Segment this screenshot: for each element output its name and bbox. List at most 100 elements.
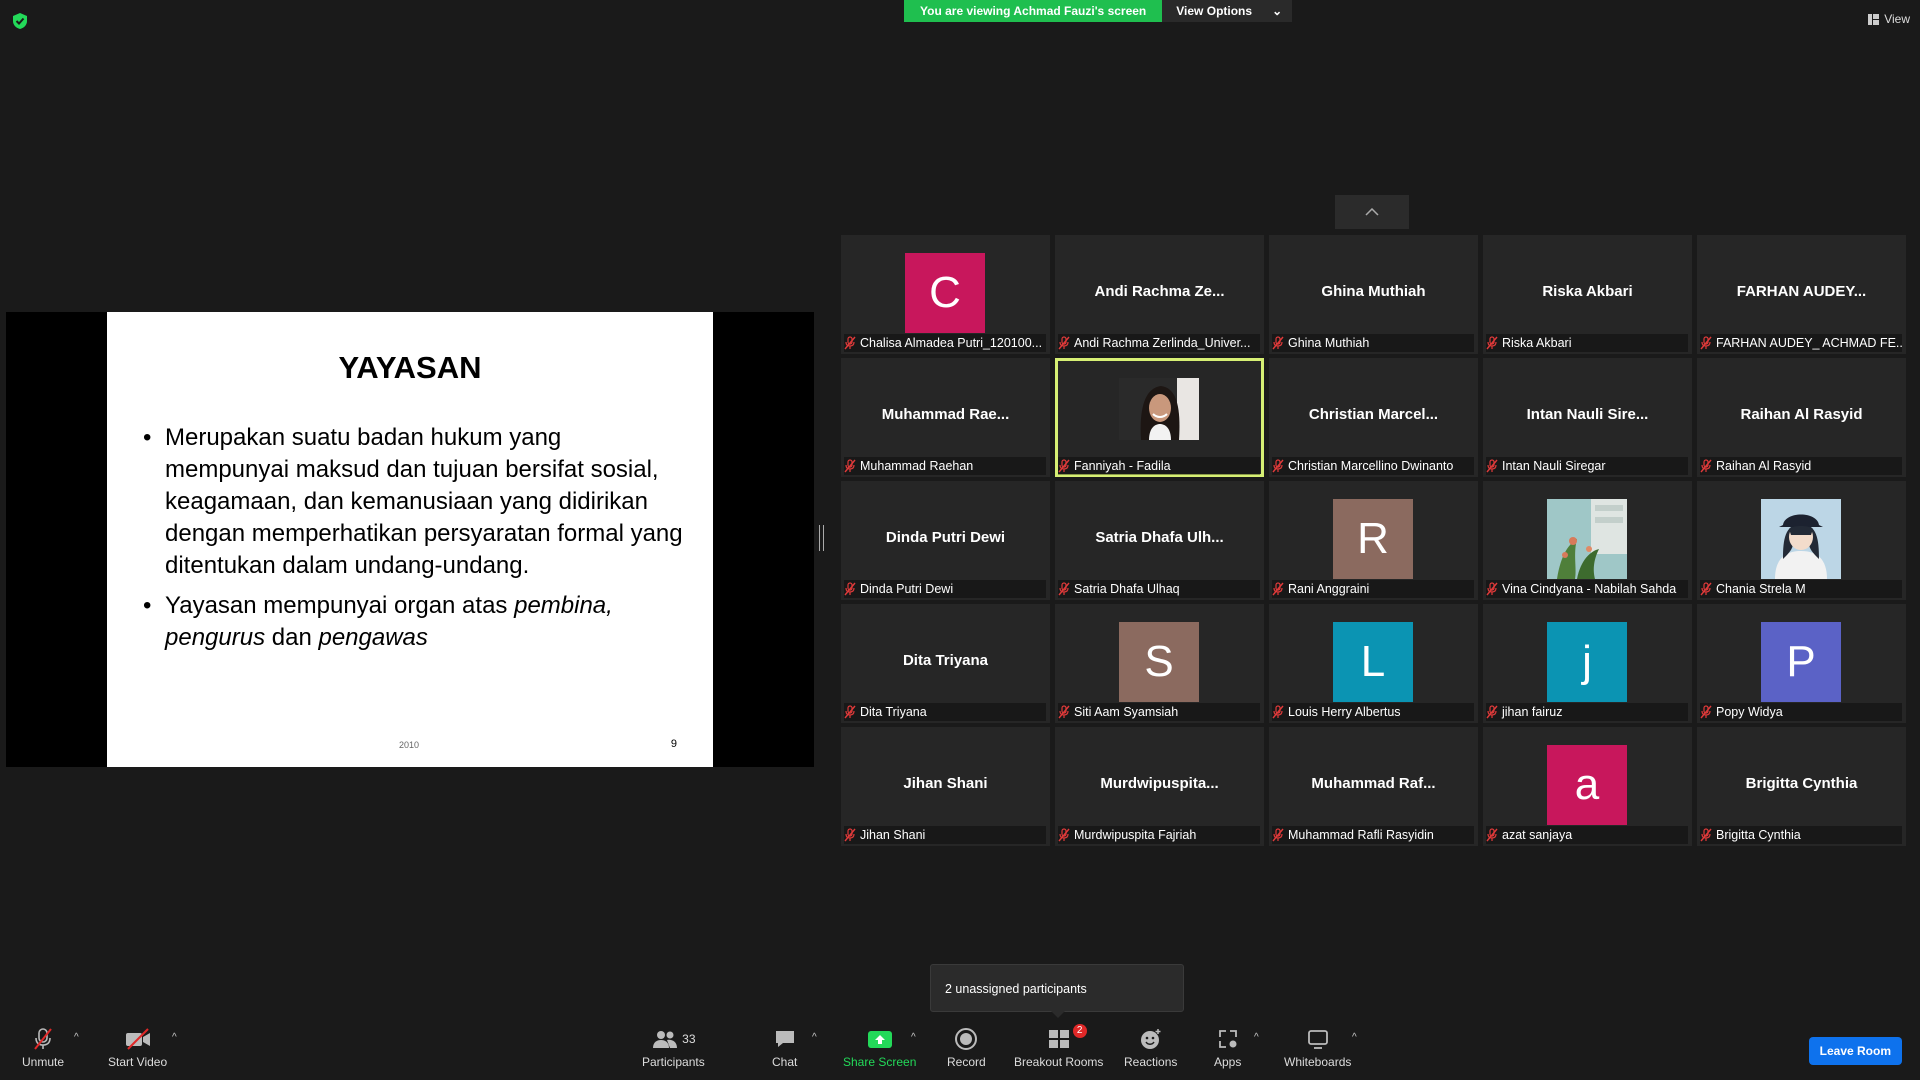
muted-mic-icon bbox=[1058, 336, 1070, 350]
slide-bullet-text: Merupakan suatu badan hukum yang mempuny… bbox=[165, 424, 683, 579]
grid-view-icon bbox=[1868, 13, 1880, 25]
participant-tile[interactable]: Murdwipuspita... Murdwipuspita Fajriah bbox=[1055, 727, 1264, 846]
apps-options-caret-icon[interactable]: ^ bbox=[1254, 1032, 1259, 1043]
participant-tile[interactable]: Jihan Shani Jihan Shani bbox=[841, 727, 1050, 846]
chat-label: Chat bbox=[772, 1055, 798, 1069]
participant-tile[interactable]: Riska Akbari Riska Akbari bbox=[1483, 235, 1692, 354]
video-options-caret-icon[interactable]: ^ bbox=[172, 1032, 177, 1043]
muted-mic-icon bbox=[1486, 336, 1498, 350]
participant-name-label: Vina Cindyana - Nabilah Sahda bbox=[1486, 580, 1688, 598]
participant-tile[interactable]: Intan Nauli Sire... Intan Nauli Siregar bbox=[1483, 358, 1692, 477]
participant-tile[interactable]: Satria Dhafa Ulh... Satria Dhafa Ulhaq bbox=[1055, 481, 1264, 600]
audio-options-caret-icon[interactable]: ^ bbox=[74, 1032, 79, 1043]
chat-options-caret-icon[interactable]: ^ bbox=[812, 1032, 817, 1043]
shared-screen[interactable]: YAYASAN Merupakan suatu badan hukum yang… bbox=[6, 312, 814, 767]
participant-gallery: C Chalisa Almadea Putri_120100... Andi Rac… bbox=[841, 235, 1906, 846]
gallery-page-up-button[interactable] bbox=[1335, 195, 1409, 229]
participant-name: Louis Herry Albertus bbox=[1288, 705, 1401, 719]
participant-name: Rani Anggraini bbox=[1288, 582, 1370, 596]
whiteboards-button[interactable]: Whiteboards bbox=[1284, 1026, 1351, 1069]
slide-bullet-text: Yayasan mempunyai organ atas bbox=[165, 592, 515, 619]
participant-name: Brigitta Cynthia bbox=[1716, 828, 1801, 842]
participant-name-label: Brigitta Cynthia bbox=[1700, 826, 1902, 844]
chat-button[interactable]: Chat bbox=[772, 1026, 797, 1069]
unmute-button[interactable]: Unmute bbox=[22, 1026, 64, 1069]
participant-tile[interactable]: j jihan fairuz bbox=[1483, 604, 1692, 723]
participant-name-label: Ghina Muthiah bbox=[1272, 334, 1474, 352]
participant-tile[interactable]: Vina Cindyana - Nabilah Sahda bbox=[1483, 481, 1692, 600]
whiteboards-options-caret-icon[interactable]: ^ bbox=[1352, 1032, 1357, 1043]
resize-handle[interactable] bbox=[819, 525, 824, 551]
participant-display-name: Murdwipuspita... bbox=[1100, 775, 1219, 792]
leave-room-button[interactable]: Leave Room bbox=[1808, 1037, 1902, 1065]
participant-tile[interactable]: Fanniyah - Fadila bbox=[1055, 358, 1264, 477]
participant-tile[interactable]: Muhammad Rae... Muhammad Raehan bbox=[841, 358, 1050, 477]
participant-tile[interactable]: P Popy Widya bbox=[1697, 604, 1906, 723]
slide-bullet-text: dan bbox=[265, 624, 319, 651]
participant-name: Muhammad Raehan bbox=[860, 459, 974, 473]
security-shield-icon[interactable] bbox=[12, 12, 28, 30]
participant-tile[interactable]: a azat sanjaya bbox=[1483, 727, 1692, 846]
avatar-initial: R bbox=[1357, 514, 1389, 563]
participant-tile[interactable]: Brigitta Cynthia Brigitta Cynthia bbox=[1697, 727, 1906, 846]
participant-display-name: Dita Triyana bbox=[902, 652, 989, 669]
participant-tile[interactable]: Muhammad Raf... Muhammad Rafli Rasyidin bbox=[1269, 727, 1478, 846]
unmute-label: Unmute bbox=[22, 1055, 65, 1069]
slide-bullet: Merupakan suatu badan hukum yang mempuny… bbox=[143, 422, 683, 582]
start-video-button[interactable]: Start Video bbox=[108, 1026, 167, 1069]
reactions-button[interactable]: Reactions bbox=[1124, 1026, 1177, 1069]
apps-button[interactable]: Apps bbox=[1214, 1026, 1241, 1069]
participant-display-name: Jihan Shani bbox=[903, 775, 988, 792]
share-screen-button[interactable]: Share Screen bbox=[843, 1026, 916, 1069]
participant-display-name: Satria Dhafa Ulh... bbox=[1095, 529, 1224, 546]
avatar-initial: C bbox=[929, 268, 961, 317]
participant-tile[interactable]: L Louis Herry Albertus bbox=[1269, 604, 1478, 723]
participant-tile[interactable]: Dinda Putri Dewi Dinda Putri Dewi bbox=[841, 481, 1050, 600]
slide-footer-year: 2010 bbox=[399, 740, 420, 750]
participant-name: Ghina Muthiah bbox=[1288, 336, 1370, 350]
participant-tile[interactable]: FARHAN AUDEY... FARHAN AUDEY_ ACHMAD FE..… bbox=[1697, 235, 1906, 354]
participant-tile[interactable]: C Chalisa Almadea Putri_120100... bbox=[841, 235, 1050, 354]
participant-tile[interactable]: Dita Triyana Dita Triyana bbox=[841, 604, 1050, 723]
participant-name: FARHAN AUDEY_ ACHMAD FE... bbox=[1716, 336, 1902, 350]
participant-tile[interactable]: R Rani Anggraini bbox=[1269, 481, 1478, 600]
participant-name: Riska Akbari bbox=[1502, 336, 1572, 350]
view-button[interactable]: View bbox=[1868, 12, 1910, 26]
participant-display-name: Intan Nauli Sire... bbox=[1526, 406, 1649, 423]
participant-display-name: Muhammad Rae... bbox=[881, 406, 1010, 423]
view-options-button[interactable]: View Options ⌄ bbox=[1162, 0, 1293, 22]
breakout-rooms-button[interactable]: 2 Breakout Rooms bbox=[1014, 1024, 1103, 1069]
participant-tile[interactable]: Ghina Muthiah Ghina Muthiah bbox=[1269, 235, 1478, 354]
record-button[interactable]: Record bbox=[947, 1026, 986, 1069]
participant-photo bbox=[1761, 499, 1841, 579]
participant-name: Raihan Al Rasyid bbox=[1716, 459, 1812, 473]
participant-name-label: Satria Dhafa Ulhaq bbox=[1058, 580, 1260, 598]
participant-display-name: Muhammad Raf... bbox=[1311, 775, 1436, 792]
participant-tile[interactable]: Christian Marcel... Christian Marcellino … bbox=[1269, 358, 1478, 477]
reactions-label: Reactions bbox=[1124, 1055, 1178, 1069]
screen-share-banner: You are viewing Achmad Fauzi's screen Vi… bbox=[904, 0, 1293, 22]
participant-name-label: Siti Aam Syamsiah bbox=[1058, 703, 1260, 721]
participants-button[interactable]: 33 Participants bbox=[642, 1026, 705, 1069]
participant-tile[interactable]: Chania Strela M bbox=[1697, 481, 1906, 600]
participant-tile[interactable]: Andi Rachma Ze... Andi Rachma Zerlinda_Un… bbox=[1055, 235, 1264, 354]
participant-tile[interactable]: S Siti Aam Syamsiah bbox=[1055, 604, 1264, 723]
muted-mic-icon bbox=[1486, 582, 1498, 596]
muted-mic-icon bbox=[844, 828, 856, 842]
participant-name-label: Murdwipuspita Fajriah bbox=[1058, 826, 1260, 844]
view-label: View bbox=[1884, 12, 1910, 26]
avatar-initial: j bbox=[1582, 637, 1592, 686]
participant-name: Chalisa Almadea Putri_120100... bbox=[860, 336, 1043, 350]
participant-name-label: Muhammad Raehan bbox=[844, 457, 1046, 475]
share-options-caret-icon[interactable]: ^ bbox=[911, 1032, 916, 1043]
avatar-initial: S bbox=[1144, 637, 1174, 686]
muted-mic-icon bbox=[1272, 828, 1284, 842]
participant-name-label: Fanniyah - Fadila bbox=[1058, 457, 1260, 475]
share-screen-icon bbox=[867, 1031, 892, 1048]
slide-page-number: 9 bbox=[670, 738, 677, 750]
participant-name-label: Chania Strela M bbox=[1700, 580, 1902, 598]
participant-tile[interactable]: Raihan Al Rasyid Raihan Al Rasyid bbox=[1697, 358, 1906, 477]
participant-name: Jihan Shani bbox=[860, 828, 926, 842]
slide-bullet-italic: pengawas bbox=[318, 624, 428, 651]
participant-display-name: Dinda Putri Dewi bbox=[885, 529, 1006, 546]
